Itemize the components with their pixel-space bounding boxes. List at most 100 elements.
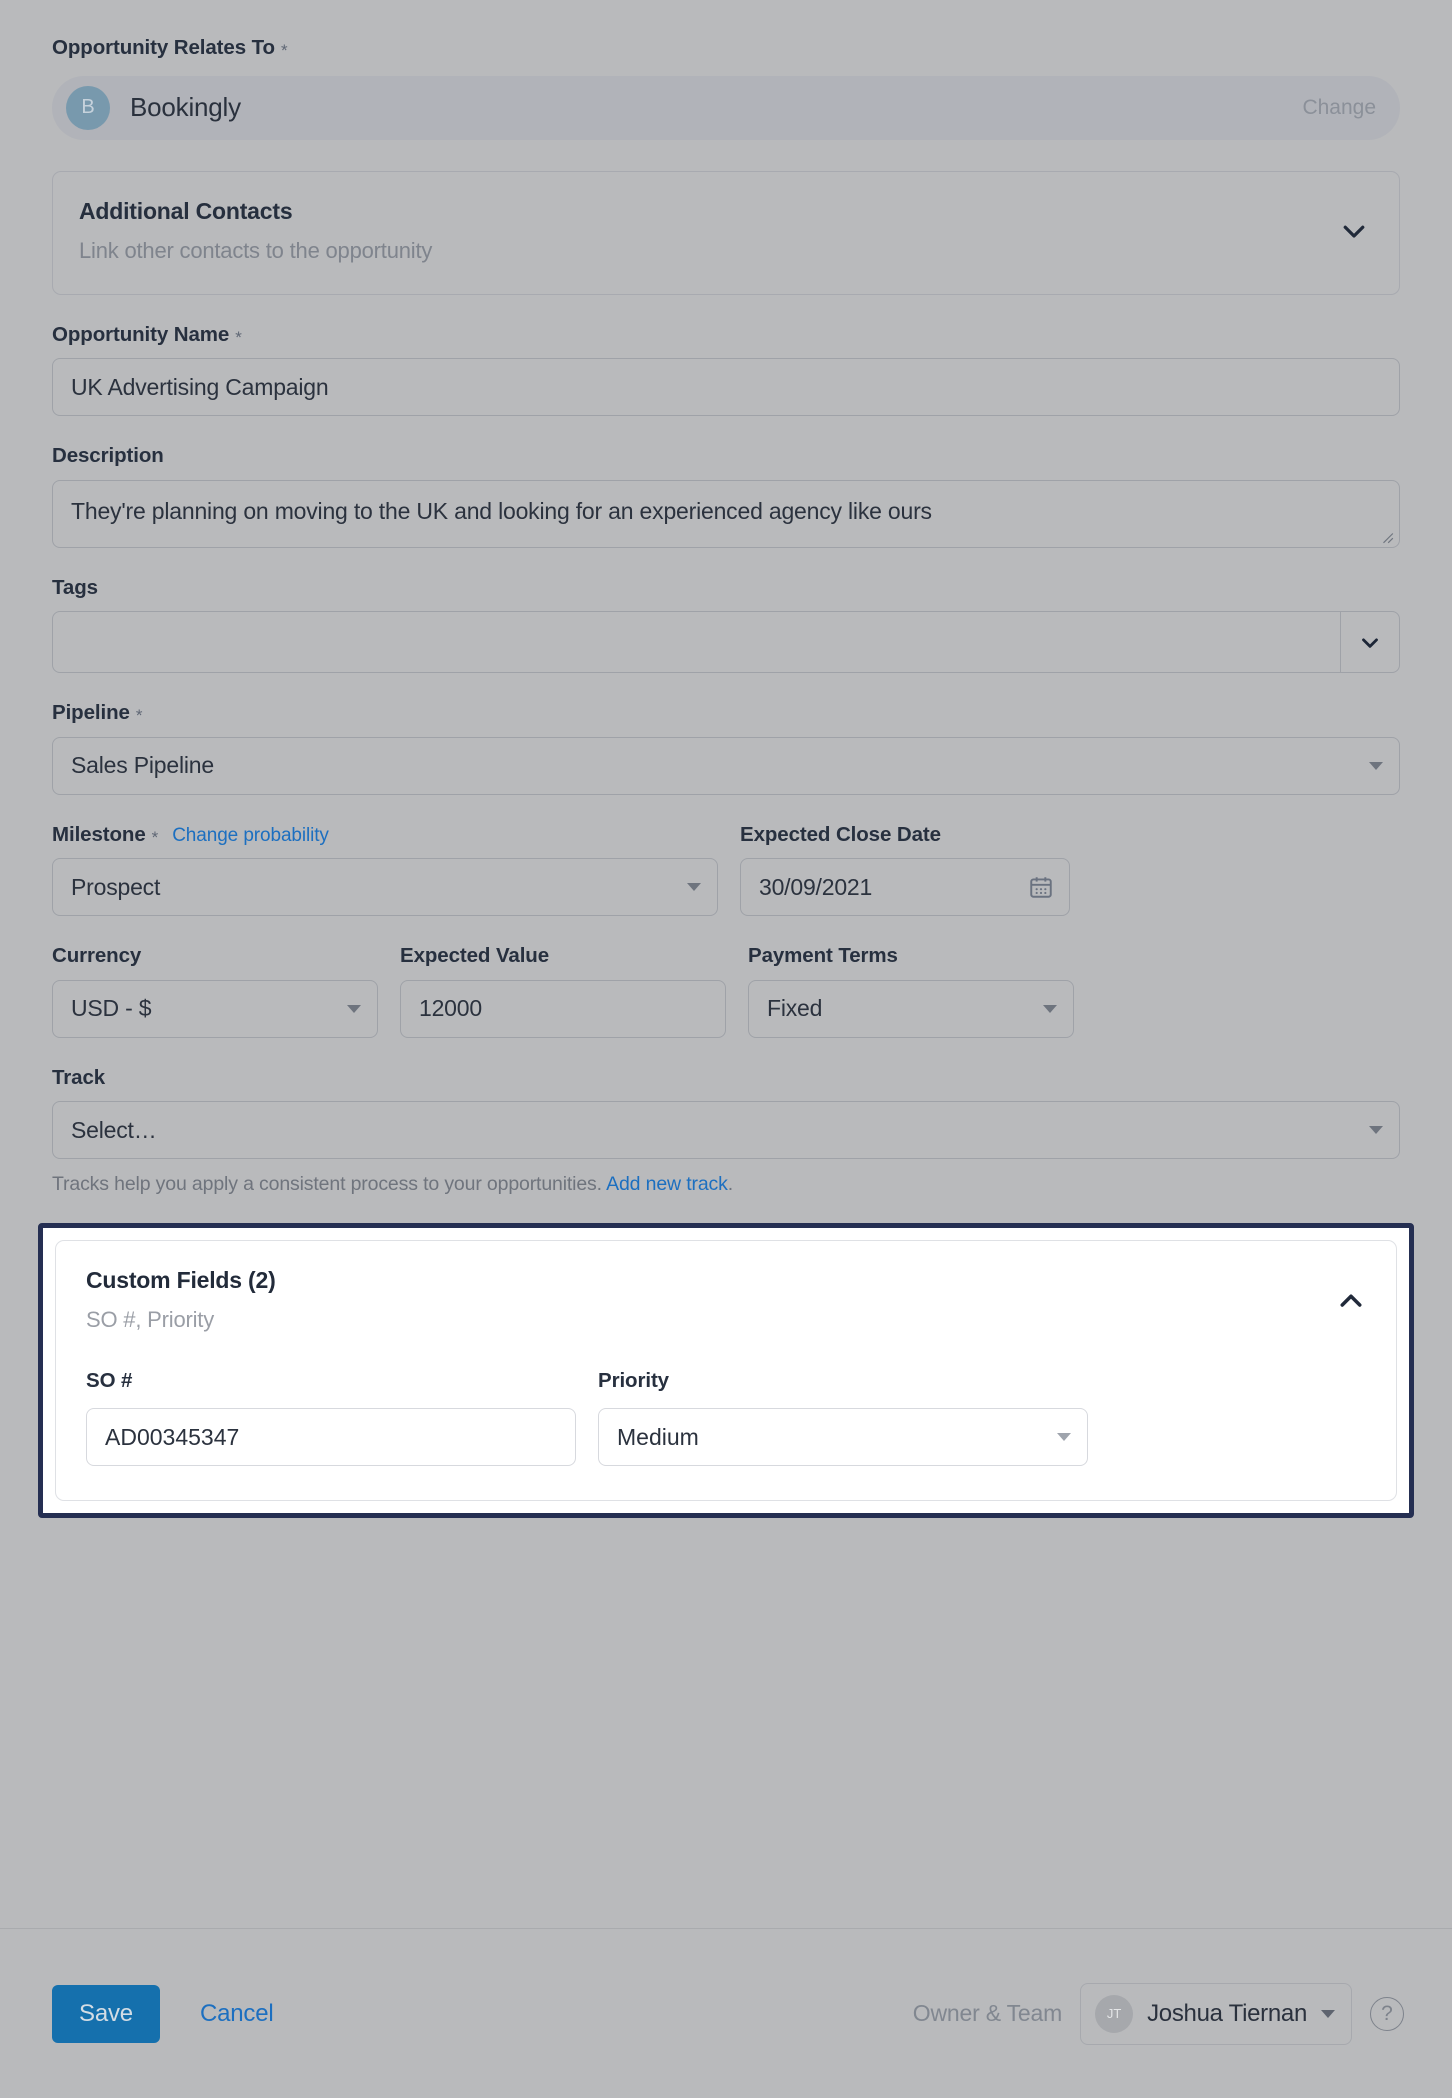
field-tags: Tags <box>52 575 1400 673</box>
priority-label: Priority <box>598 1369 669 1392</box>
custom-fields-grid: SO # AD00345347 Priority Medium <box>86 1369 1366 1466</box>
required-asterisk: * <box>235 327 242 347</box>
milestone-label: Milestone * Change probability <box>52 822 718 847</box>
required-asterisk: * <box>135 706 143 725</box>
currency-value: USD - $ <box>71 995 152 1021</box>
calendar-icon[interactable] <box>1028 874 1054 900</box>
label-text: Pipeline <box>52 701 130 724</box>
tags-input[interactable] <box>53 612 1340 672</box>
label-text: Opportunity Name <box>52 322 230 346</box>
field-track: Track Select… Tracks help you apply a co… <box>52 1065 1400 1197</box>
opportunity-name-label: Opportunity Name * <box>52 322 1400 347</box>
payment-terms-select[interactable]: Fixed <box>748 979 1074 1038</box>
label-text: Currency <box>52 944 142 967</box>
so-number-label: SO # <box>86 1369 133 1392</box>
currency-value-terms-row: Currency USD - $ Expected Value 12000 Pa… <box>52 944 1400 1038</box>
required-asterisk: * <box>151 827 159 847</box>
field-currency: Currency USD - $ <box>52 944 378 1038</box>
change-probability-link[interactable]: Change probability <box>172 826 329 845</box>
related-account-name: Bookingly <box>130 92 241 122</box>
custom-fields-header[interactable]: Custom Fields (2) SO #, Priority <box>86 1267 1366 1333</box>
so-number-input[interactable]: AD00345347 <box>86 1408 576 1466</box>
tags-label: Tags <box>52 575 1400 599</box>
opportunity-edit-form: Opportunity Relates To * B Bookingly Cha… <box>0 0 1452 2098</box>
track-select[interactable]: Select… <box>52 1101 1400 1159</box>
description-label: Description <box>52 444 1400 467</box>
description-value: They're planning on moving to the UK and… <box>71 497 932 524</box>
opportunity-relates-to-label: Opportunity Relates To * <box>52 36 1400 60</box>
track-value: Select… <box>71 1116 157 1143</box>
field-so-number: SO # AD00345347 <box>86 1369 576 1466</box>
chevron-down-icon <box>347 1004 361 1013</box>
track-helper-prefix: Tracks help you apply a consistent proce… <box>52 1173 602 1195</box>
save-button[interactable]: Save <box>52 1984 160 2043</box>
additional-contacts-title: Additional Contacts <box>79 197 293 224</box>
expected-close-date-input[interactable]: 30/09/2021 <box>740 858 1070 916</box>
additional-contacts-texts: Additional Contacts Link other contacts … <box>79 198 1339 264</box>
custom-fields-card: Custom Fields (2) SO #, Priority SO # AD… <box>55 1240 1397 1501</box>
chevron-down-icon <box>1321 2009 1335 2018</box>
label-text: Expected Close Date <box>740 822 941 846</box>
required-asterisk: * <box>280 41 288 60</box>
chevron-down-icon <box>1057 1433 1071 1441</box>
opportunity-name-input[interactable]: UK Advertising Campaign <box>52 358 1400 416</box>
custom-fields-header-texts: Custom Fields (2) SO #, Priority <box>86 1267 1336 1333</box>
milestone-select[interactable]: Prospect <box>52 858 718 916</box>
avatar: B <box>66 85 110 130</box>
additional-contacts-subtitle: Link other contacts to the opportunity <box>79 237 433 263</box>
owner-selector[interactable]: JT Joshua Tiernan <box>1080 1982 1352 2045</box>
label-text: Tags <box>52 575 98 599</box>
custom-fields-title: Custom Fields (2) <box>86 1267 276 1293</box>
form-scroll-area: Opportunity Relates To * B Bookingly Cha… <box>0 0 1452 1928</box>
chevron-down-icon[interactable] <box>1340 612 1399 672</box>
custom-fields-subtitle: SO #, Priority <box>86 1307 215 1332</box>
field-pipeline: Pipeline * Sales Pipeline <box>52 701 1400 795</box>
track-label: Track <box>52 1065 1400 1089</box>
field-priority: Priority Medium <box>598 1369 1088 1466</box>
resize-handle-icon[interactable] <box>1380 530 1394 544</box>
chevron-down-icon <box>1369 761 1383 770</box>
form-action-bar: Save Cancel Owner & Team JT Joshua Tiern… <box>0 1929 1452 2098</box>
expected-value-label: Expected Value <box>400 944 726 967</box>
track-helper-text: Tracks help you apply a consistent proce… <box>52 1173 1400 1196</box>
help-icon[interactable]: ? <box>1370 1996 1404 2031</box>
label-text: Track <box>52 1065 106 1089</box>
tags-combobox[interactable] <box>52 611 1400 673</box>
add-new-track-link[interactable]: Add new track <box>606 1173 728 1195</box>
additional-contacts-panel[interactable]: Additional Contacts Link other contacts … <box>52 170 1400 295</box>
priority-value: Medium <box>617 1423 699 1450</box>
pipeline-select[interactable]: Sales Pipeline <box>52 736 1400 795</box>
chevron-down-icon[interactable] <box>1339 216 1369 246</box>
owner-name: Joshua Tiernan <box>1147 1999 1307 2027</box>
expected-close-date-value: 30/09/2021 <box>759 873 873 900</box>
track-helper-suffix: . <box>727 1173 734 1195</box>
custom-fields-highlight: Custom Fields (2) SO #, Priority SO # AD… <box>38 1223 1414 1518</box>
payment-terms-label: Payment Terms <box>748 944 1074 967</box>
payment-terms-value: Fixed <box>767 995 823 1021</box>
field-milestone: Milestone * Change probability Prospect <box>52 822 718 916</box>
currency-select[interactable]: USD - $ <box>52 979 378 1038</box>
field-expected-value: Expected Value 12000 <box>400 944 726 1038</box>
related-account-pill[interactable]: B Bookingly Change <box>52 75 1400 140</box>
chevron-down-icon <box>1369 1126 1383 1134</box>
chevron-up-icon[interactable] <box>1336 1285 1366 1315</box>
currency-label: Currency <box>52 944 378 967</box>
change-account-link[interactable]: Change <box>1302 96 1376 120</box>
label-text: Milestone <box>52 822 146 846</box>
milestone-close-date-row: Milestone * Change probability Prospect … <box>52 822 1400 916</box>
description-textarea[interactable]: They're planning on moving to the UK and… <box>52 479 1400 548</box>
label-text: Description <box>52 444 164 467</box>
label-text: Expected Value <box>400 944 550 967</box>
milestone-value: Prospect <box>71 873 161 900</box>
expected-value-input[interactable]: 12000 <box>400 979 726 1038</box>
label-text: Payment Terms <box>748 944 898 967</box>
owner-team-label: Owner & Team <box>912 2000 1063 2026</box>
priority-select[interactable]: Medium <box>598 1408 1088 1466</box>
owner-team-area: Owner & Team JT Joshua Tiernan ? <box>912 1982 1404 2045</box>
label-text: Opportunity Relates To <box>52 36 275 59</box>
field-opportunity-name: Opportunity Name * UK Advertising Campai… <box>52 322 1400 416</box>
chevron-down-icon <box>687 883 701 891</box>
chevron-down-icon <box>1043 1004 1057 1013</box>
cancel-button[interactable]: Cancel <box>200 2000 274 2028</box>
pipeline-label: Pipeline * <box>52 701 1400 725</box>
